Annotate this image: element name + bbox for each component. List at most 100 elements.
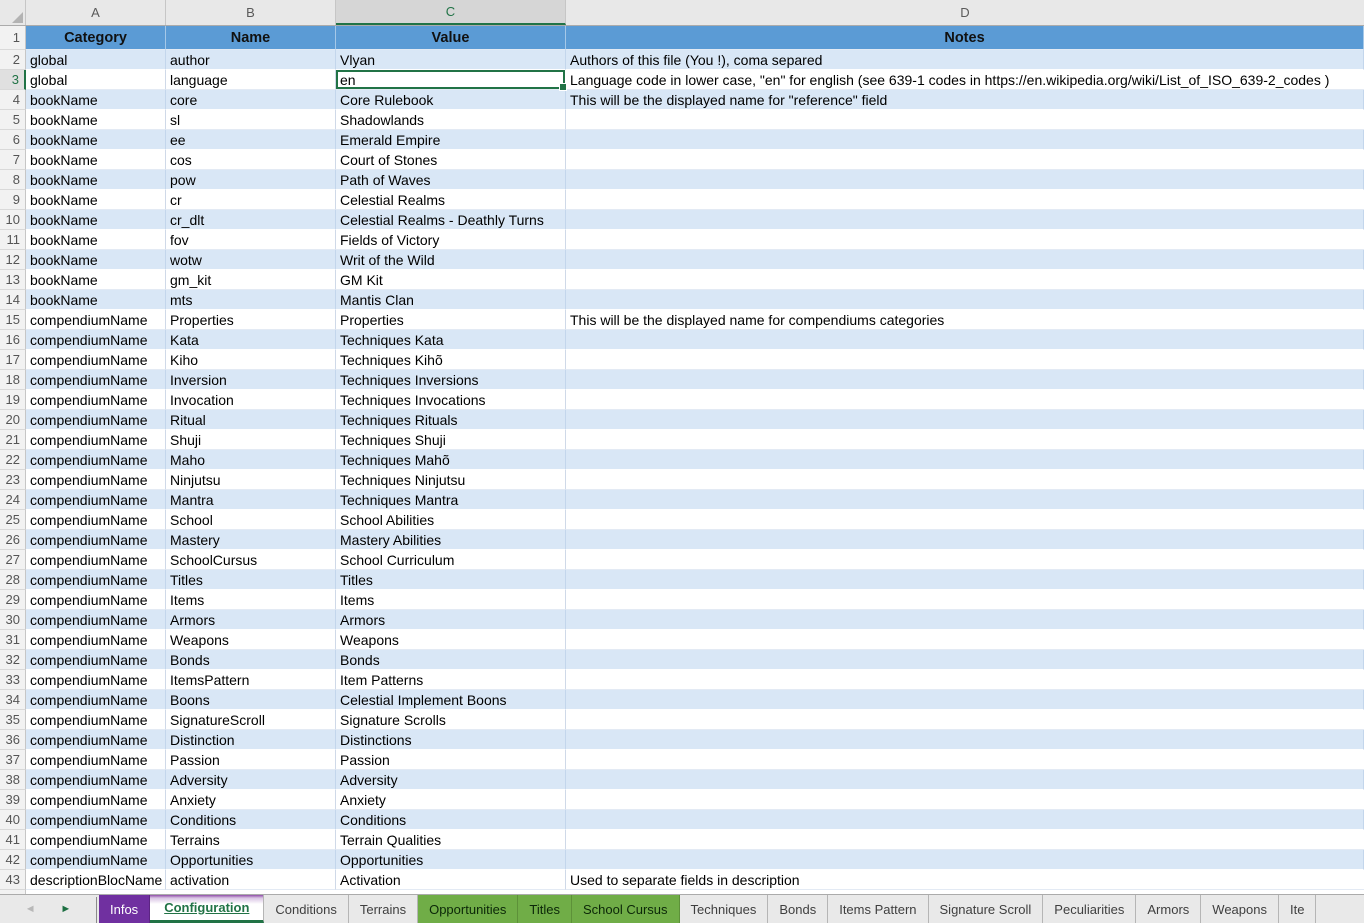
cell-A16[interactable]: compendiumName — [26, 330, 166, 350]
cell-B27[interactable]: SchoolCursus — [166, 550, 336, 570]
cell-B19[interactable]: Invocation — [166, 390, 336, 410]
cell-A14[interactable]: bookName — [26, 290, 166, 310]
cell-C32[interactable]: Bonds — [336, 650, 566, 670]
cell-B42[interactable]: Opportunities — [166, 850, 336, 870]
cell-D26[interactable] — [566, 530, 1364, 550]
row-header-1[interactable]: 1 — [0, 26, 26, 50]
cell-A23[interactable]: compendiumName — [26, 470, 166, 490]
row-header-27[interactable]: 27 — [0, 550, 26, 570]
row-header-6[interactable]: 6 — [0, 130, 26, 150]
cell-B21[interactable]: Shuji — [166, 430, 336, 450]
row-header-28[interactable]: 28 — [0, 570, 26, 590]
cell-D19[interactable] — [566, 390, 1364, 410]
cell-C3[interactable]: en — [336, 70, 566, 90]
cell-B29[interactable]: Items — [166, 590, 336, 610]
column-header-d[interactable]: D — [566, 0, 1364, 25]
cell-B12[interactable]: wotw — [166, 250, 336, 270]
row-header-21[interactable]: 21 — [0, 430, 26, 450]
cell-D37[interactable] — [566, 750, 1364, 770]
header-cell-category[interactable]: Category — [26, 26, 166, 50]
cell-D7[interactable] — [566, 150, 1364, 170]
cell-D10[interactable] — [566, 210, 1364, 230]
cell-A3[interactable]: global — [26, 70, 166, 90]
cell-C15[interactable]: Properties — [336, 310, 566, 330]
cell-D42[interactable] — [566, 850, 1364, 870]
cell-C29[interactable]: Items — [336, 590, 566, 610]
cell-C41[interactable]: Terrain Qualities — [336, 830, 566, 850]
cell-D8[interactable] — [566, 170, 1364, 190]
cell-C25[interactable]: School Abilities — [336, 510, 566, 530]
cell-C35[interactable]: Signature Scrolls — [336, 710, 566, 730]
cell-A25[interactable]: compendiumName — [26, 510, 166, 530]
cell-A17[interactable]: compendiumName — [26, 350, 166, 370]
cell-C37[interactable]: Passion — [336, 750, 566, 770]
cell-C14[interactable]: Mantis Clan — [336, 290, 566, 310]
row-header-11[interactable]: 11 — [0, 230, 26, 250]
cell-A11[interactable]: bookName — [26, 230, 166, 250]
row-header-2[interactable]: 2 — [0, 50, 26, 70]
cell-D12[interactable] — [566, 250, 1364, 270]
sheet-tab-techniques[interactable]: Techniques — [680, 895, 769, 923]
sheet-tab-ite[interactable]: Ite — [1279, 895, 1316, 923]
cell-C8[interactable]: Path of Waves — [336, 170, 566, 190]
sheet-tab-titles[interactable]: Titles — [518, 895, 572, 923]
cell-B24[interactable]: Mantra — [166, 490, 336, 510]
cell-B33[interactable]: ItemsPattern — [166, 670, 336, 690]
cell-C19[interactable]: Techniques Invocations — [336, 390, 566, 410]
sheet-tab-school-cursus[interactable]: School Cursus — [572, 895, 680, 923]
row-header-43[interactable]: 43 — [0, 870, 26, 890]
row-header-22[interactable]: 22 — [0, 450, 26, 470]
sheet-tab-bonds[interactable]: Bonds — [768, 895, 828, 923]
select-all-button[interactable] — [0, 0, 26, 25]
cell-D32[interactable] — [566, 650, 1364, 670]
cell-C9[interactable]: Celestial Realms — [336, 190, 566, 210]
cell-C11[interactable]: Fields of Victory — [336, 230, 566, 250]
column-header-b[interactable]: B — [166, 0, 336, 25]
cell-B38[interactable]: Adversity — [166, 770, 336, 790]
sheet-tab-terrains[interactable]: Terrains — [349, 895, 418, 923]
cell-D13[interactable] — [566, 270, 1364, 290]
cell-D31[interactable] — [566, 630, 1364, 650]
cell-B6[interactable]: ee — [166, 130, 336, 150]
cell-B8[interactable]: pow — [166, 170, 336, 190]
cell-A30[interactable]: compendiumName — [26, 610, 166, 630]
cell-C16[interactable]: Techniques Kata — [336, 330, 566, 350]
cell-A42[interactable]: compendiumName — [26, 850, 166, 870]
cell-C27[interactable]: School Curriculum — [336, 550, 566, 570]
cell-A24[interactable]: compendiumName — [26, 490, 166, 510]
cell-B2[interactable]: author — [166, 50, 336, 70]
row-header-19[interactable]: 19 — [0, 390, 26, 410]
row-header-10[interactable]: 10 — [0, 210, 26, 230]
cell-D5[interactable] — [566, 110, 1364, 130]
cell-A13[interactable]: bookName — [26, 270, 166, 290]
cell-A5[interactable]: bookName — [26, 110, 166, 130]
cell-D38[interactable] — [566, 770, 1364, 790]
row-header-15[interactable]: 15 — [0, 310, 26, 330]
cell-B43[interactable]: activation — [166, 870, 336, 890]
cell-C20[interactable]: Techniques Rituals — [336, 410, 566, 430]
cell-C28[interactable]: Titles — [336, 570, 566, 590]
row-header-42[interactable]: 42 — [0, 850, 26, 870]
cell-C18[interactable]: Techniques Inversions — [336, 370, 566, 390]
cell-C5[interactable]: Shadowlands — [336, 110, 566, 130]
cell-D15[interactable]: This will be the displayed name for comp… — [566, 310, 1364, 330]
cell-B17[interactable]: Kiho — [166, 350, 336, 370]
row-header-9[interactable]: 9 — [0, 190, 26, 210]
cell-A31[interactable]: compendiumName — [26, 630, 166, 650]
sheet-tab-weapons[interactable]: Weapons — [1201, 895, 1279, 923]
cell-B30[interactable]: Armors — [166, 610, 336, 630]
cell-C39[interactable]: Anxiety — [336, 790, 566, 810]
row-header-36[interactable]: 36 — [0, 730, 26, 750]
cell-A36[interactable]: compendiumName — [26, 730, 166, 750]
cell-D2[interactable]: Authors of this file (You !), coma separ… — [566, 50, 1364, 70]
cell-D23[interactable] — [566, 470, 1364, 490]
cell-D36[interactable] — [566, 730, 1364, 750]
column-header-a[interactable]: A — [26, 0, 166, 25]
cell-B7[interactable]: cos — [166, 150, 336, 170]
cell-B10[interactable]: cr_dlt — [166, 210, 336, 230]
row-header-35[interactable]: 35 — [0, 710, 26, 730]
row-header-32[interactable]: 32 — [0, 650, 26, 670]
cell-A15[interactable]: compendiumName — [26, 310, 166, 330]
cell-B5[interactable]: sl — [166, 110, 336, 130]
cell-C6[interactable]: Emerald Empire — [336, 130, 566, 150]
